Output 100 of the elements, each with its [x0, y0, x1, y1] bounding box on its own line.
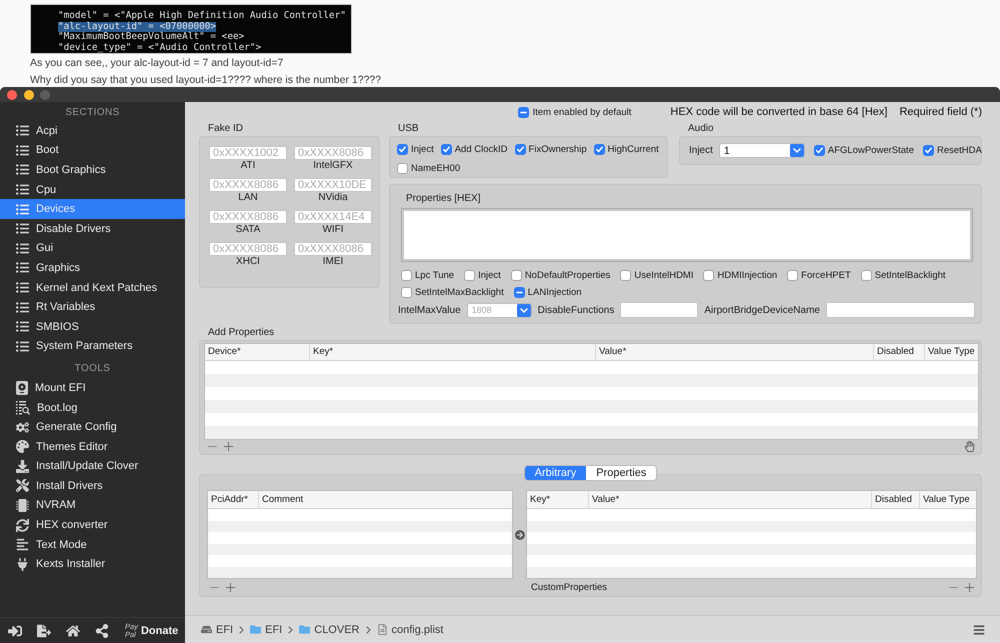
download-icon: [16, 460, 29, 473]
sidebar-item[interactable]: SMBIOS: [0, 316, 185, 337]
sidebar-item[interactable]: Kexts Installer: [0, 554, 185, 574]
sidebar-item[interactable]: Boot Graphics: [0, 160, 185, 180]
dropdown[interactable]: 1: [718, 143, 805, 158]
column-header[interactable]: PciAddr*: [208, 491, 259, 508]
checkbox[interactable]: [787, 270, 798, 280]
checkbox[interactable]: [397, 162, 408, 174]
plus-icon[interactable]: [224, 442, 233, 451]
column-header[interactable]: Value Type: [920, 491, 976, 508]
sidebar-item[interactable]: Mount EFI: [0, 378, 185, 398]
input-field[interactable]: 0xXXXX8086: [294, 242, 372, 256]
hand-icon[interactable]: [964, 441, 975, 452]
column-header[interactable]: Value Type: [925, 344, 978, 360]
minimize-button[interactable]: [24, 90, 34, 100]
input-field[interactable]: 0xXXXX10DE: [294, 178, 372, 192]
input-field[interactable]: 0xXXXX14E4: [294, 210, 372, 224]
field-label: NVidia: [318, 192, 348, 204]
chevron-right-icon: [288, 626, 294, 634]
plus-icon[interactable]: [226, 582, 235, 592]
sidebar-item[interactable]: Acpi: [0, 121, 185, 141]
checkbox[interactable]: [397, 144, 408, 154]
column-header[interactable]: Device*: [205, 344, 310, 360]
chevron-right-icon: [366, 626, 370, 634]
segment-tab[interactable]: Arbitrary: [524, 466, 586, 480]
checkbox[interactable]: [518, 106, 529, 118]
refresh-icon: [16, 518, 29, 532]
input-field[interactable]: [620, 302, 698, 318]
path-item[interactable]: CLOVER: [299, 624, 360, 636]
text-area[interactable]: [401, 208, 973, 262]
sidebar-item[interactable]: System Parameters: [0, 336, 185, 356]
sidebar-item[interactable]: Kernel and Kext Patches: [0, 278, 185, 298]
input-field[interactable]: 0xXXXX8086: [294, 146, 372, 160]
checkbox[interactable]: [814, 145, 825, 156]
sidebar-item[interactable]: Disable Drivers: [0, 218, 185, 239]
field-label: ATI: [240, 160, 256, 172]
list-icon: [16, 183, 29, 196]
column-header[interactable]: Key*: [310, 344, 596, 360]
checkbox[interactable]: [401, 270, 412, 280]
share-icon[interactable]: [95, 624, 109, 638]
zoom-button[interactable]: [40, 90, 50, 100]
checkbox[interactable]: [464, 270, 476, 280]
drive-icon: [201, 624, 212, 635]
checkbox-label: Inject: [411, 144, 434, 154]
close-button[interactable]: [7, 90, 17, 100]
checkbox[interactable]: [514, 144, 526, 154]
checkbox-label: SetIntelBacklight: [874, 270, 946, 280]
group-title: Fake ID: [207, 122, 244, 136]
sidebar-item[interactable]: Boot: [0, 140, 185, 160]
checkbox-label: NoDefaultProperties: [524, 270, 610, 280]
sidebar-item[interactable]: Install/Update Clover: [0, 456, 185, 476]
home-icon[interactable]: [66, 624, 80, 638]
column-header[interactable]: Value*: [596, 344, 874, 360]
list-icon: [16, 261, 29, 274]
menu-icon[interactable]: [973, 624, 985, 636]
path-item[interactable]: EFI: [201, 624, 234, 636]
field-label: LAN: [238, 192, 258, 204]
input-field[interactable]: [826, 302, 975, 318]
column-header[interactable]: Disabled: [874, 344, 925, 360]
section-heading: TOOLS: [74, 363, 110, 374]
checkbox[interactable]: [922, 145, 934, 156]
column-header[interactable]: Value*: [589, 491, 872, 508]
sidebar-item[interactable]: Text Mode: [0, 534, 185, 554]
path-item[interactable]: EFI: [250, 624, 282, 636]
input-field[interactable]: 0xXXXX1002: [209, 146, 287, 160]
checkbox[interactable]: [594, 144, 605, 154]
checkbox[interactable]: [510, 270, 522, 280]
sidebar-item[interactable]: NVRAM: [0, 496, 185, 516]
sidebar-item[interactable]: Boot.log: [0, 398, 185, 418]
input-field[interactable]: 0xXXXX8086: [209, 178, 287, 192]
column-header[interactable]: Disabled: [872, 491, 920, 508]
sidebar-item[interactable]: Gui: [0, 238, 185, 258]
field-label: DisableFunctions: [538, 304, 614, 316]
checkbox-label: Lpc Tune: [415, 270, 454, 280]
checkbox[interactable]: [401, 286, 412, 298]
section-heading: SECTIONS: [65, 107, 120, 118]
checkbox[interactable]: [514, 286, 525, 298]
sidebar-item[interactable]: Generate Config: [0, 417, 185, 437]
checkbox[interactable]: [440, 144, 452, 154]
checkbox[interactable]: [860, 270, 872, 280]
checkbox-label: AFGLowPowerState: [828, 145, 914, 156]
plus-icon[interactable]: [965, 582, 974, 592]
column-header[interactable]: Comment: [259, 491, 512, 508]
checkbox[interactable]: [620, 270, 632, 280]
sidebar-item[interactable]: HEX converter: [0, 515, 185, 535]
input-field[interactable]: 0xXXXX8086: [209, 210, 287, 224]
path-item[interactable]: config.plist: [376, 624, 444, 636]
sidebar-item[interactable]: Install Drivers: [0, 476, 185, 496]
sidebar-item[interactable]: Cpu: [0, 180, 185, 200]
sidebar-item[interactable]: Themes Editor: [0, 436, 185, 456]
sidebar-item[interactable]: Rt Variables: [0, 297, 185, 317]
terminal-line: "MaximumBootBeepVolumeAlt" = <ee>: [58, 32, 244, 42]
sign-in-icon[interactable]: [8, 624, 22, 638]
checkbox[interactable]: [703, 270, 714, 280]
input-field[interactable]: 0xXXXX8086: [209, 242, 287, 256]
sidebar-item[interactable]: Graphics: [0, 258, 185, 278]
list-icon: [16, 242, 29, 255]
checkbox-label: FixOwnership: [528, 144, 587, 154]
file-export-icon[interactable]: [37, 624, 51, 638]
column-header[interactable]: Key*: [527, 491, 589, 508]
